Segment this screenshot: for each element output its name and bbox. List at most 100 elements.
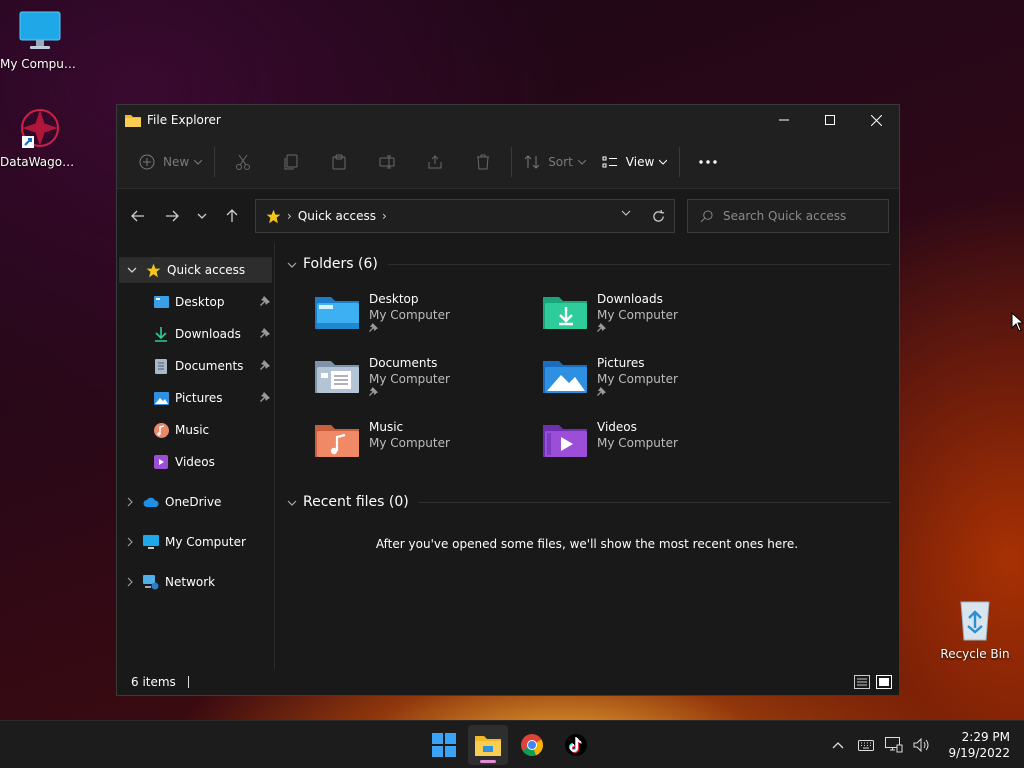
folder-name: Downloads bbox=[597, 292, 663, 306]
taskbar-tiktok[interactable] bbox=[556, 725, 596, 765]
view-label: View bbox=[625, 154, 655, 169]
desktop-icon-my-computer[interactable]: My Computer bbox=[0, 10, 80, 71]
pin-icon bbox=[597, 323, 678, 337]
pin-icon bbox=[597, 387, 678, 401]
minimize-button[interactable] bbox=[761, 105, 807, 135]
document-icon bbox=[153, 358, 169, 374]
sidebar-item-documents[interactable]: Documents bbox=[117, 353, 274, 379]
pin-icon bbox=[369, 323, 450, 337]
chevron-down-icon[interactable] bbox=[287, 256, 297, 272]
search-box[interactable] bbox=[687, 199, 889, 233]
clock-button[interactable]: 2:29 PM 9/19/2022 bbox=[948, 729, 1010, 761]
chevron-down-icon[interactable] bbox=[287, 494, 297, 510]
forward-button[interactable] bbox=[155, 201, 189, 231]
rename-button[interactable] bbox=[363, 146, 411, 178]
up-button[interactable] bbox=[215, 201, 249, 231]
sidebar-item-label: Downloads bbox=[175, 327, 241, 341]
sidebar-item-music[interactable]: Music bbox=[117, 417, 274, 443]
folder-tile-documents[interactable]: Documents My Computer bbox=[313, 355, 541, 405]
show-hidden-icons-button[interactable] bbox=[824, 741, 852, 749]
sidebar-item-videos[interactable]: Videos bbox=[117, 449, 274, 475]
trash-icon bbox=[477, 154, 490, 169]
documents-folder-icon bbox=[315, 361, 359, 393]
sort-button[interactable]: Sort bbox=[516, 146, 594, 178]
recent-files-section-header[interactable]: Recent files (0) bbox=[283, 489, 891, 515]
status-bar: 6 items bbox=[117, 669, 899, 695]
section-divider bbox=[418, 501, 891, 503]
folder-name: Music bbox=[369, 420, 404, 434]
chevron-down-icon[interactable] bbox=[119, 267, 145, 273]
monitor-icon bbox=[19, 11, 61, 49]
network-status-button[interactable] bbox=[880, 737, 908, 753]
sidebar-item-label: Desktop bbox=[175, 295, 225, 309]
folder-tile-desktop[interactable]: Desktop My Computer bbox=[313, 291, 541, 341]
desktop-folder-icon bbox=[153, 294, 169, 310]
close-button[interactable] bbox=[853, 105, 899, 135]
new-button[interactable]: New bbox=[131, 146, 210, 178]
folder-grid: Desktop My Computer Downloads My Compute… bbox=[283, 277, 891, 469]
keyboard-layout-button[interactable] bbox=[852, 739, 880, 751]
folder-location: My Computer bbox=[369, 436, 450, 450]
folders-section-header[interactable]: Folders (6) bbox=[283, 251, 891, 277]
sidebar-item-desktop[interactable]: Desktop bbox=[117, 289, 274, 315]
chevron-down-icon bbox=[621, 210, 631, 216]
desktop-icon-label: Recycle Bin bbox=[940, 647, 1010, 661]
command-bar: New Sort View bbox=[117, 135, 899, 189]
sidebar-item-downloads[interactable]: Downloads bbox=[117, 321, 274, 347]
more-options-button[interactable] bbox=[684, 146, 732, 178]
folder-name: Documents bbox=[369, 356, 438, 370]
title-bar[interactable]: File Explorer bbox=[117, 105, 899, 135]
folder-tile-music[interactable]: Music My Computer bbox=[313, 419, 541, 469]
sidebar-item-pictures[interactable]: Pictures bbox=[117, 385, 274, 411]
sidebar-item-onedrive[interactable]: OneDrive bbox=[117, 489, 274, 515]
chevron-right-icon[interactable] bbox=[117, 537, 143, 547]
back-button[interactable] bbox=[121, 201, 155, 231]
view-button[interactable]: View bbox=[594, 146, 675, 178]
delete-button[interactable] bbox=[459, 146, 507, 178]
breadcrumb-quick-access[interactable]: Quick access bbox=[298, 209, 376, 223]
refresh-button[interactable] bbox=[642, 209, 674, 223]
navigation-bar: › Quick access › bbox=[117, 189, 899, 243]
tiles-view-icon bbox=[876, 675, 892, 689]
pin-icon bbox=[260, 295, 270, 309]
folder-name: Desktop bbox=[369, 292, 419, 306]
copy-button[interactable] bbox=[267, 146, 315, 178]
desktop-icon-label: My Computer bbox=[0, 57, 80, 71]
desktop-icon-recycle-bin[interactable]: Recycle Bin bbox=[935, 598, 1015, 661]
recent-locations-button[interactable] bbox=[189, 201, 215, 231]
folder-tile-pictures[interactable]: Pictures My Computer bbox=[541, 355, 769, 405]
speaker-icon bbox=[913, 738, 929, 752]
sidebar-item-network[interactable]: Network bbox=[117, 569, 274, 595]
tiles-view-button[interactable] bbox=[875, 674, 893, 690]
search-input[interactable] bbox=[723, 209, 883, 223]
address-history-button[interactable] bbox=[610, 210, 642, 223]
chevron-up-icon bbox=[833, 742, 844, 749]
chevron-right-icon[interactable] bbox=[117, 497, 143, 507]
chevron-down-icon bbox=[577, 159, 586, 165]
arrow-right-icon bbox=[166, 210, 179, 222]
sidebar-item-quick-access[interactable]: Quick access bbox=[119, 257, 272, 283]
folder-tile-downloads[interactable]: Downloads My Computer bbox=[541, 291, 769, 341]
pin-icon bbox=[260, 391, 270, 405]
taskbar-file-explorer[interactable] bbox=[468, 725, 508, 765]
recycle-bin-icon bbox=[960, 601, 990, 641]
details-view-button[interactable] bbox=[853, 674, 871, 690]
cloud-icon bbox=[143, 494, 159, 510]
datawagon-logo-icon bbox=[21, 109, 59, 148]
close-icon bbox=[870, 114, 882, 126]
chevron-right-icon[interactable] bbox=[117, 577, 143, 587]
cut-button[interactable] bbox=[219, 146, 267, 178]
paste-button[interactable] bbox=[315, 146, 363, 178]
sidebar-item-my-computer[interactable]: My Computer bbox=[117, 529, 274, 555]
maximize-button[interactable] bbox=[807, 105, 853, 135]
maximize-icon bbox=[825, 115, 835, 125]
start-button[interactable] bbox=[424, 725, 464, 765]
desktop-icon-datawagon[interactable]: DataWagon... bbox=[0, 106, 80, 169]
share-button[interactable] bbox=[411, 146, 459, 178]
folder-location: My Computer bbox=[597, 308, 678, 322]
taskbar-chrome[interactable] bbox=[512, 725, 552, 765]
volume-button[interactable] bbox=[908, 738, 936, 752]
breadcrumb-chevron-icon[interactable]: › bbox=[382, 209, 387, 223]
address-bar[interactable]: › Quick access › bbox=[255, 199, 675, 233]
folder-tile-videos[interactable]: Videos My Computer bbox=[541, 419, 769, 469]
